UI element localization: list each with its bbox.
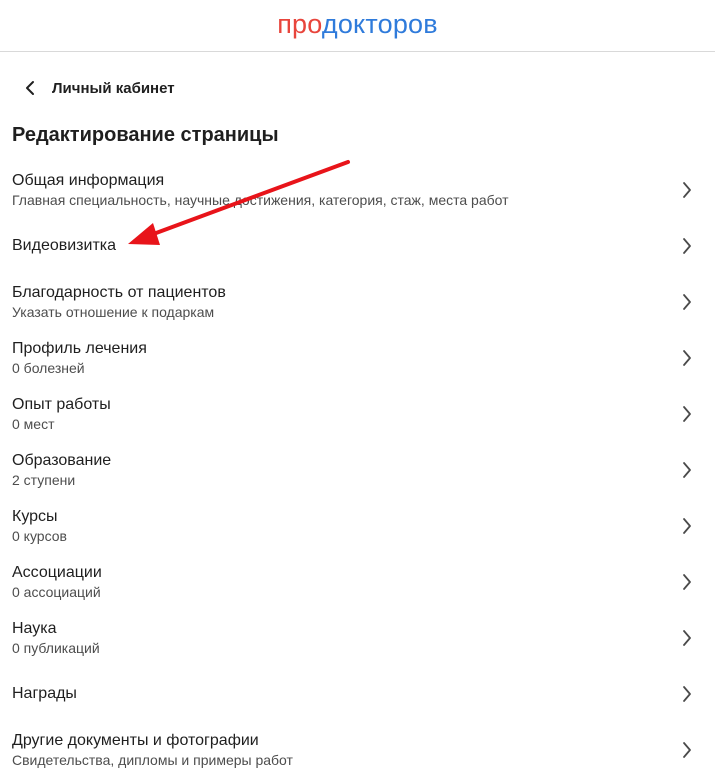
chevron-right-icon	[683, 518, 691, 534]
menu-item-subtitle: Указать отношение к подаркам	[12, 304, 215, 320]
chevron-right-icon	[683, 742, 691, 758]
menu-item-general-info[interactable]: Общая информация Главная специальность, …	[0, 168, 715, 220]
chevron-right-icon	[683, 406, 691, 422]
chevron-right-icon	[683, 294, 691, 310]
chevron-right-icon	[683, 350, 691, 366]
menu-item-title: Ассоциации	[12, 564, 102, 581]
top-bar: продокторов	[0, 0, 715, 52]
chevron-right-icon	[683, 462, 691, 478]
menu-item-subtitle: 0 мест	[12, 416, 55, 432]
menu-item-title: Наука	[12, 620, 57, 637]
menu-item-education[interactable]: Образование 2 ступени	[0, 448, 715, 500]
menu-item-other-documents[interactable]: Другие документы и фотографии Свидетельс…	[0, 728, 715, 777]
menu-item-title: Профиль лечения	[12, 340, 147, 357]
menu-item-title: Благодарность от пациентов	[12, 284, 226, 301]
menu-item-courses[interactable]: Курсы 0 курсов	[0, 504, 715, 556]
menu-item-work-experience[interactable]: Опыт работы 0 мест	[0, 392, 715, 444]
logo-part-red: про	[277, 8, 322, 39]
menu-item-subtitle: 0 болезней	[12, 360, 85, 376]
menu-item-video-card[interactable]: Видеовизитка	[0, 228, 715, 264]
chevron-right-icon	[683, 238, 691, 254]
menu-item-title: Опыт работы	[12, 396, 111, 413]
menu-item-subtitle: Свидетельства, дипломы и примеры работ	[12, 752, 293, 768]
page-title: Редактирование страницы	[12, 124, 279, 146]
logo[interactable]: продокторов	[277, 8, 438, 39]
back-link-label: Личный кабинет	[52, 79, 175, 97]
menu-item-science[interactable]: Наука 0 публикаций	[0, 616, 715, 668]
chevron-left-icon	[24, 76, 38, 100]
menu-item-subtitle: 0 публикаций	[12, 640, 100, 656]
menu-item-associations[interactable]: Ассоциации 0 ассоциаций	[0, 560, 715, 612]
page: продокторов Личный кабинет Редактировани…	[0, 0, 715, 777]
menu-item-awards[interactable]: Награды	[0, 676, 715, 712]
menu-item-title: Награды	[12, 685, 77, 702]
chevron-right-icon	[683, 182, 691, 198]
menu-item-subtitle: Главная специальность, научные достижени…	[12, 192, 509, 208]
back-link[interactable]: Личный кабинет	[24, 76, 175, 100]
menu-item-gratitude[interactable]: Благодарность от пациентов Указать отнош…	[0, 280, 715, 332]
logo-part-blue: докторов	[321, 8, 438, 39]
menu-item-subtitle: 0 ассоциаций	[12, 584, 101, 600]
chevron-right-icon	[683, 574, 691, 590]
menu-item-title: Другие документы и фотографии	[12, 732, 259, 749]
menu-item-subtitle: 0 курсов	[12, 528, 67, 544]
menu-item-title: Курсы	[12, 508, 58, 525]
menu-item-title: Общая информация	[12, 172, 165, 189]
menu-item-title: Видеовизитка	[12, 237, 117, 254]
menu-item-subtitle: 2 ступени	[12, 472, 76, 488]
menu-item-treatment-profile[interactable]: Профиль лечения 0 болезней	[0, 336, 715, 388]
chevron-right-icon	[683, 686, 691, 702]
menu-item-title: Образование	[12, 452, 112, 469]
chevron-right-icon	[683, 630, 691, 646]
